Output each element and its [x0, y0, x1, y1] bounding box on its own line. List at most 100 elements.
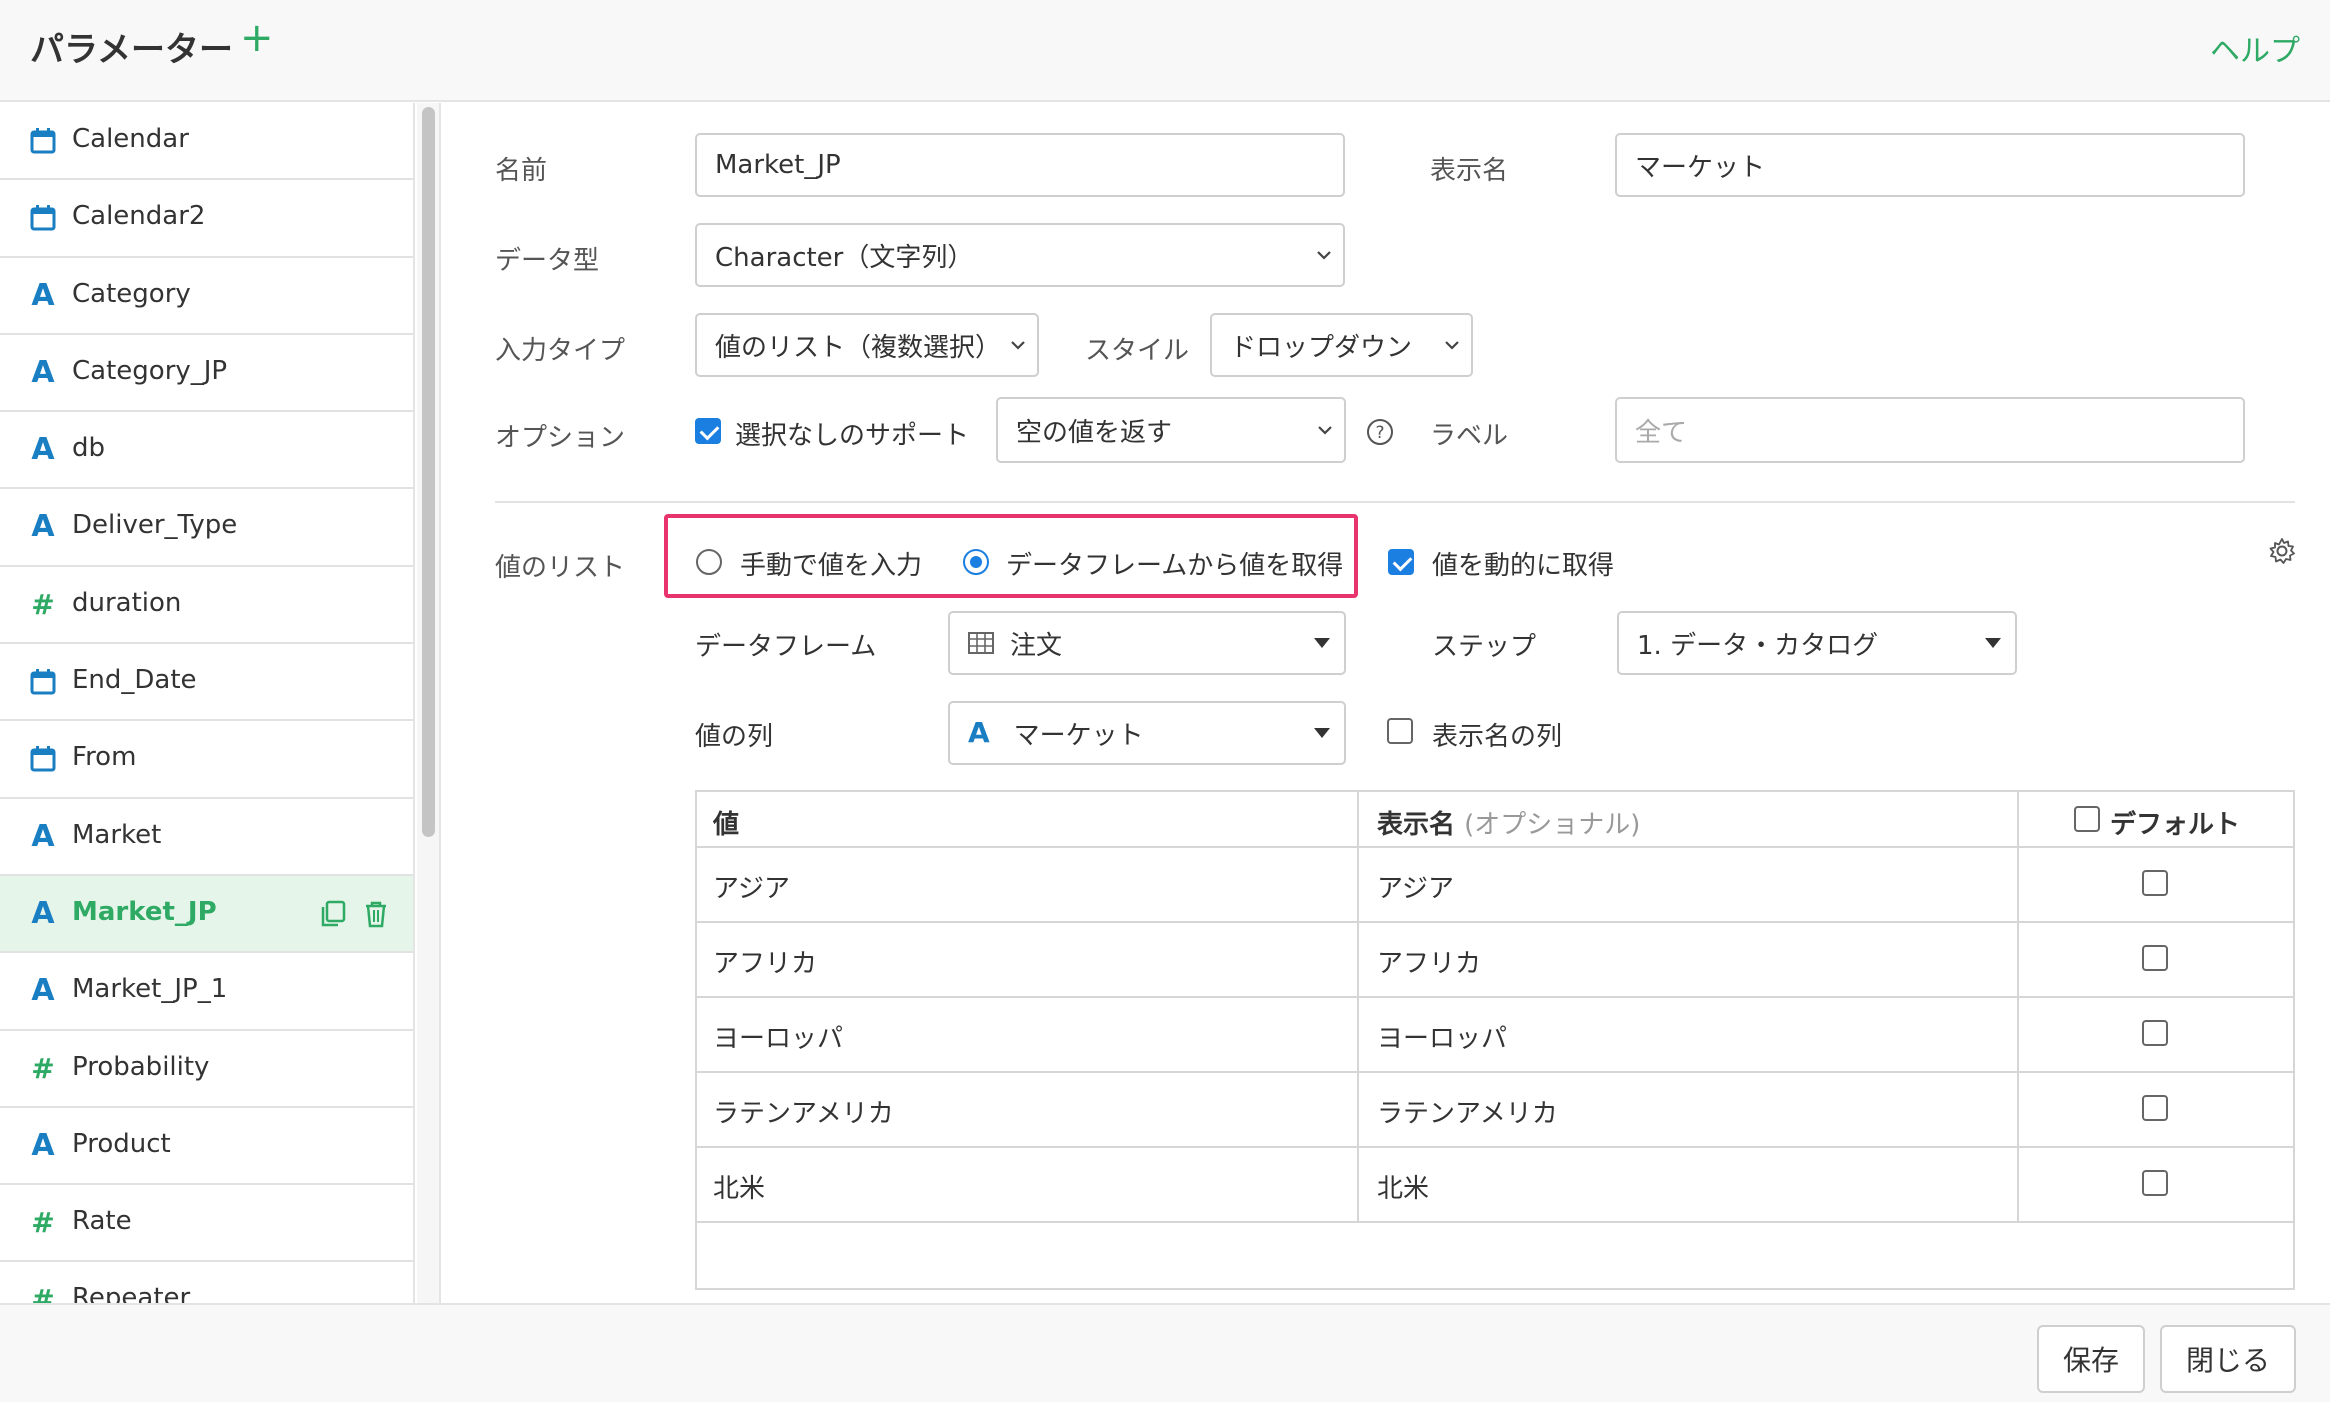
sidebar-item-label: Probability [72, 1051, 210, 1082]
sidebar-item-label: Category_JP [72, 355, 228, 386]
sidebar-item-rate[interactable]: # Rate [0, 1185, 413, 1263]
cell-display: ラテンアメリカ [1377, 1099, 1558, 1129]
manual-radio-label: 手動で値を入力 [740, 551, 923, 581]
trash-icon[interactable] [363, 900, 389, 932]
plus-icon[interactable]: + [240, 18, 274, 58]
display-name-input[interactable]: マーケット [1615, 133, 2245, 197]
sidebar-item-from[interactable]: From [0, 721, 413, 799]
manual-radio[interactable] [696, 549, 722, 575]
character-icon: A [968, 716, 990, 749]
display-column-checkbox[interactable] [1387, 718, 1413, 744]
character-icon: A [31, 432, 55, 468]
table-header: 値 表示名 (オプショナル) デフォルト [697, 792, 2293, 848]
label-input[interactable]: 全て [1615, 397, 2245, 463]
dataframe-select[interactable]: 注文 [948, 611, 1346, 675]
cell-value: アジア [713, 874, 790, 904]
dataframe-radio-label: データフレームから値を取得 [1006, 551, 1344, 581]
sidebar-item-db[interactable]: A db [0, 412, 413, 490]
dialog-footer: 保存 閉じる [0, 1303, 2330, 1402]
sidebar-scrollbar[interactable] [417, 103, 441, 1303]
table-row[interactable]: ヨーロッパ ヨーロッパ [697, 998, 2293, 1073]
dynamic-checkbox[interactable] [1388, 549, 1414, 575]
calendar-icon [28, 125, 58, 157]
no-selection-checkbox[interactable] [695, 418, 721, 444]
scrollbar-thumb[interactable] [422, 107, 435, 837]
character-icon: A [31, 895, 55, 931]
sidebar-item-duration[interactable]: # duration [0, 567, 413, 645]
sidebar-item-label: Repeater [72, 1283, 191, 1303]
empty-value-select[interactable]: 空の値を返す [996, 397, 1346, 463]
sidebar-item-label: Calendar [72, 124, 189, 154]
help-link[interactable]: ヘルプ [2210, 26, 2300, 70]
column-header-display-sub: (オプショナル) [1464, 810, 1641, 840]
value-column-select[interactable]: A マーケット [948, 701, 1346, 765]
gear-icon[interactable] [2268, 537, 2296, 569]
parameter-list: Calendar Calendar2 A Category A Category… [0, 103, 415, 1303]
cell-value: ラテンアメリカ [713, 1099, 894, 1129]
value-column-value: マーケット [1013, 720, 1144, 751]
chevron-down-icon [1011, 341, 1025, 350]
sidebar-item-category[interactable]: A Category [0, 258, 413, 335]
sidebar-item-label: Calendar2 [72, 201, 206, 232]
sidebar-item-label: End_Date [72, 665, 197, 696]
number-icon: # [31, 587, 55, 621]
sidebar-item-product[interactable]: A Product [0, 1108, 413, 1186]
sidebar-item-label: Market [72, 819, 162, 850]
close-button[interactable]: 閉じる [2160, 1325, 2296, 1393]
default-all-checkbox[interactable] [2074, 806, 2100, 832]
dataframe-label: データフレーム [695, 632, 877, 662]
chevron-down-icon [1317, 251, 1331, 260]
default-checkbox[interactable] [2142, 1095, 2168, 1121]
sidebar-item-end-date[interactable]: End_Date [0, 644, 413, 722]
column-header-display: 表示名 (オプショナル) [1377, 804, 1640, 841]
sidebar-item-repeater[interactable]: # Repeater [0, 1262, 413, 1303]
sidebar-item-calendar2[interactable]: Calendar2 [0, 180, 413, 258]
save-button[interactable]: 保存 [2037, 1325, 2145, 1393]
table-row[interactable]: アジア アジア [697, 848, 2293, 923]
label-label: ラベル [1430, 421, 1509, 451]
default-checkbox[interactable] [2142, 870, 2168, 896]
dataframe-radio[interactable] [963, 549, 989, 575]
cell-display: アフリカ [1377, 949, 1482, 979]
table-row[interactable]: アフリカ アフリカ [697, 923, 2293, 998]
table-row[interactable]: 北米 北米 [697, 1148, 2293, 1223]
style-select[interactable]: ドロップダウン [1210, 313, 1473, 377]
cell-display: ヨーロッパ [1377, 1024, 1508, 1054]
sidebar-item-calendar[interactable]: Calendar [0, 103, 413, 181]
default-checkbox[interactable] [2142, 1020, 2168, 1046]
sidebar-item-market[interactable]: A Market [0, 799, 413, 876]
calendar-icon [28, 202, 58, 234]
name-label: 名前 [495, 156, 548, 186]
table-row[interactable]: ラテンアメリカ ラテンアメリカ [697, 1073, 2293, 1148]
sidebar-item-label: Deliver_Type [72, 510, 238, 541]
sidebar-item-label: Market_JP [72, 896, 217, 927]
number-icon: # [31, 1206, 55, 1240]
sidebar-item-label: Rate [72, 1206, 132, 1237]
default-checkbox[interactable] [2142, 945, 2168, 971]
sidebar-item-market-jp[interactable]: A Market_JP [0, 875, 413, 954]
input-type-select[interactable]: 値のリスト（複数選択） [695, 313, 1039, 377]
number-icon: # [31, 1283, 55, 1303]
sidebar-item-deliver-type[interactable]: A Deliver_Type [0, 489, 413, 567]
copy-icon[interactable] [319, 900, 347, 932]
sidebar-item-label: Market_JP_1 [72, 974, 228, 1005]
sidebar-item-probability[interactable]: # Probability [0, 1031, 413, 1108]
page-title: パラメーター [30, 30, 233, 70]
default-checkbox[interactable] [2142, 1170, 2168, 1196]
help-circle-icon[interactable]: ? [1366, 418, 1394, 450]
value-column-label: 値の列 [695, 722, 774, 752]
sidebar-item-category-jp[interactable]: A Category_JP [0, 335, 413, 413]
empty-value-option: 空の値を返す [1016, 417, 1173, 448]
data-type-select[interactable]: Character（文字列） [695, 223, 1345, 287]
table-icon [968, 632, 994, 654]
values-table: 値 表示名 (オプショナル) デフォルト アジア アジア アフリカ アフリカ ヨ… [695, 790, 2295, 1290]
caret-down-icon [1314, 728, 1330, 738]
step-select[interactable]: 1. データ・カタログ [1617, 611, 2017, 675]
column-header-value: 値 [713, 810, 740, 840]
calendar-icon [28, 743, 58, 775]
no-selection-label: 選択なしのサポート [735, 421, 970, 451]
input-type-value: 値のリスト（複数選択） [715, 332, 1002, 363]
step-label: ステップ [1432, 632, 1537, 662]
sidebar-item-market-jp-1[interactable]: A Market_JP_1 [0, 953, 413, 1031]
name-input[interactable]: Market_JP [695, 133, 1345, 197]
